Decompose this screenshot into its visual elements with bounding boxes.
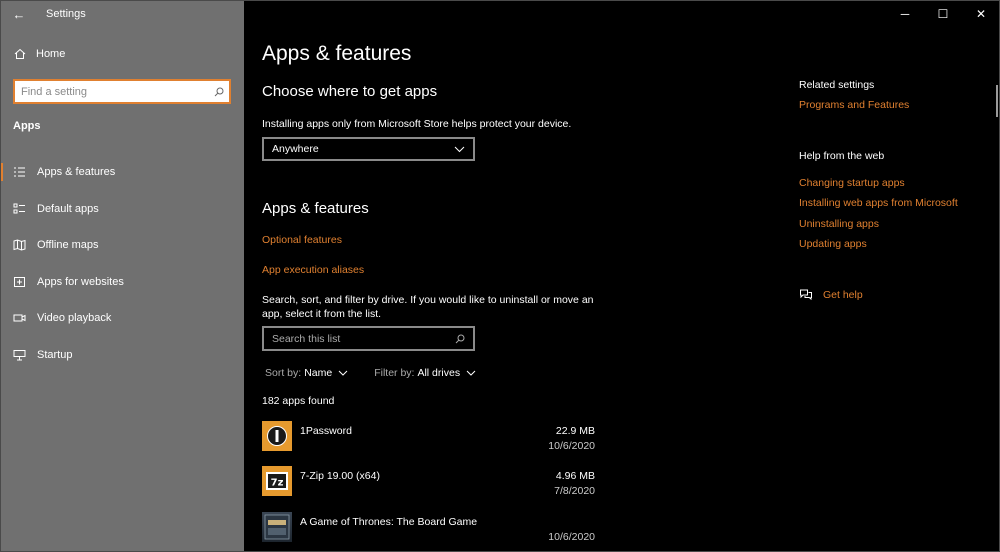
find-setting-input[interactable] — [15, 85, 209, 98]
list-icon — [10, 165, 28, 179]
sort-label: Sort by: — [265, 367, 302, 379]
app-list-item[interactable]: 1Password 22.9 MB 10/6/2020 — [262, 421, 597, 457]
onepassword-app-icon — [262, 421, 292, 451]
sidebar-item-startup[interactable]: Startup — [0, 337, 244, 374]
sidebar-item-label: Video playback — [37, 312, 112, 325]
search-list-box[interactable]: Search this list — [262, 326, 475, 351]
app-source-dropdown[interactable]: Anywhere — [262, 137, 475, 161]
filter-value: All drives — [417, 367, 461, 379]
window-title: Settings — [46, 8, 86, 20]
chevron-down-icon — [338, 370, 348, 376]
sort-dropdown[interactable]: Sort by: Name — [265, 367, 348, 379]
sidebar-item-label: Apps & features — [37, 166, 116, 179]
web-help-link[interactable]: Installing web apps from Microsoft — [799, 197, 958, 209]
sidebar-item-label: Apps for websites — [37, 275, 124, 288]
app-size: 22.9 MB — [555, 425, 595, 437]
app-date: 10/6/2020 — [548, 440, 595, 452]
game-of-thrones-app-icon — [262, 512, 292, 542]
optional-features-link[interactable]: Optional features — [262, 234, 342, 246]
maximize-button[interactable]: ☐ — [924, 0, 962, 28]
app-name: 1Password — [300, 425, 352, 437]
sidebar-item-apps-features[interactable]: Apps & features — [0, 154, 244, 191]
web-app-icon — [10, 275, 28, 289]
search-list-input[interactable]: Search this list — [272, 333, 340, 345]
sidebar-item-video-playback[interactable]: Video playback — [0, 300, 244, 337]
find-setting-box[interactable] — [13, 79, 231, 104]
chevron-down-icon — [454, 146, 465, 152]
apps-count: 182 apps found — [262, 395, 335, 407]
help-from-web-heading: Help from the web — [799, 150, 885, 162]
svg-text:7z: 7z — [271, 478, 284, 489]
app-list-item[interactable]: 7z 7-Zip 19.00 (x64) 4.96 MB 7/8/2020 — [262, 466, 597, 502]
related-settings-heading: Related settings — [799, 79, 875, 91]
video-icon — [10, 311, 28, 325]
app-date: 10/6/2020 — [548, 531, 595, 543]
web-help-link[interactable]: Uninstalling apps — [799, 218, 879, 230]
web-help-link[interactable]: Updating apps — [799, 238, 867, 250]
sort-filter-row: Sort by: Name Filter by: All drives — [265, 367, 502, 379]
app-source-value: Anywhere — [272, 143, 319, 155]
filter-label: Filter by: — [374, 367, 415, 379]
filter-dropdown[interactable]: Filter by: All drives — [374, 367, 476, 379]
close-button[interactable]: ✕ — [962, 0, 1000, 28]
page-title: Apps & features — [262, 42, 412, 65]
window-controls: ─ ☐ ✕ — [886, 0, 1000, 28]
scrollbar[interactable] — [996, 85, 998, 117]
home-icon — [14, 48, 26, 59]
sidebar-item-apps-for-websites[interactable]: Apps for websites — [0, 264, 244, 301]
minimize-button[interactable]: ─ — [886, 0, 924, 28]
map-icon — [10, 238, 28, 252]
search-icon — [455, 334, 465, 343]
app-name: 7-Zip 19.00 (x64) — [300, 470, 380, 482]
app-name: A Game of Thrones: The Board Game — [300, 516, 478, 528]
seven-zip-app-icon: 7z — [262, 466, 292, 496]
sidebar-nav: Apps & features Default apps Offline map… — [0, 154, 244, 373]
sort-value: Name — [304, 367, 333, 379]
sidebar-item-label: Offline maps — [37, 239, 99, 252]
sidebar-item-default-apps[interactable]: Default apps — [0, 191, 244, 228]
app-list-item[interactable]: A Game of Thrones: The Board Game 10/6/2… — [262, 512, 597, 548]
web-help-link[interactable]: Changing startup apps — [799, 177, 905, 189]
programs-and-features-link[interactable]: Programs and Features — [799, 99, 909, 111]
choose-apps-description: Installing apps only from Microsoft Stor… — [262, 118, 572, 130]
app-date: 7/8/2020 — [554, 485, 595, 497]
search-description: Search, sort, and filter by drive. If yo… — [262, 294, 594, 320]
sidebar-item-label: Startup — [37, 348, 73, 361]
sidebar-item-offline-maps[interactable]: Offline maps — [0, 227, 244, 264]
sidebar-section-title: Apps — [13, 120, 41, 132]
apps-features-heading: Apps & features — [262, 200, 369, 217]
home-nav-item[interactable]: Home — [14, 48, 65, 60]
back-button[interactable]: ← — [0, 0, 38, 28]
sidebar: ← Settings Home Apps Apps & features Def… — [0, 0, 244, 552]
default-apps-icon — [10, 202, 28, 216]
sidebar-item-label: Default apps — [37, 202, 99, 215]
choose-apps-heading: Choose where to get apps — [262, 83, 438, 100]
home-label: Home — [36, 48, 66, 60]
get-help-label: Get help — [823, 288, 863, 301]
app-execution-aliases-link[interactable]: App execution aliases — [262, 264, 364, 276]
startup-icon — [10, 348, 28, 362]
search-icon — [209, 87, 229, 97]
chevron-down-icon — [466, 370, 476, 376]
chat-help-icon — [800, 289, 812, 301]
app-size: 4.96 MB — [555, 470, 595, 482]
title-bar: ← Settings — [0, 0, 244, 28]
get-help-button[interactable]: Get help — [799, 288, 863, 301]
